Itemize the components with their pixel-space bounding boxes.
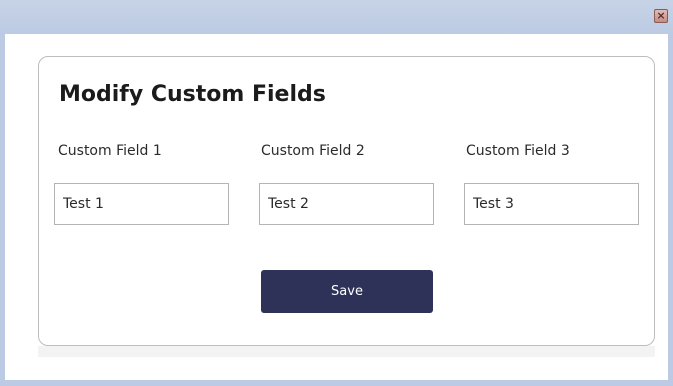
custom-field-1-input[interactable] [54, 183, 229, 225]
window-frame-left [0, 34, 5, 386]
window-titlebar[interactable]: × [0, 0, 673, 34]
custom-field-1-label: Custom Field 1 [58, 143, 162, 159]
card-bottom-strip [38, 346, 655, 357]
custom-field-2-input[interactable] [259, 183, 434, 225]
custom-field-3-input[interactable] [464, 183, 639, 225]
custom-fields-card: Modify Custom Fields Custom Field 1 Cust… [38, 56, 655, 346]
custom-field-3-label: Custom Field 3 [466, 143, 570, 159]
save-button[interactable]: Save [261, 270, 433, 313]
page-title: Modify Custom Fields [59, 82, 326, 107]
window-frame-bottom [0, 380, 673, 386]
close-icon[interactable]: × [654, 9, 668, 23]
custom-field-2-label: Custom Field 2 [261, 143, 365, 159]
window-frame-right [668, 34, 673, 386]
dialog-window: × Modify Custom Fields Custom Field 1 Cu… [0, 0, 673, 386]
